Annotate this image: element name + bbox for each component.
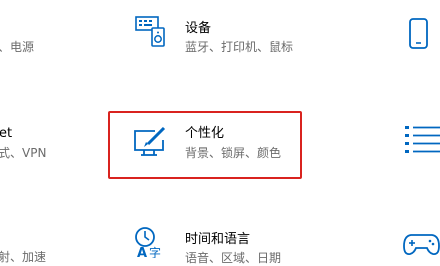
tile-devices-desc: 蓝牙、打印机、鼠标 bbox=[185, 40, 294, 54]
keyboard-speaker-icon bbox=[135, 14, 169, 48]
tile-devices-title: 设备 bbox=[185, 21, 212, 36]
phone-icon bbox=[408, 17, 430, 51]
tile-time-language-desc: 语音、区域、日期 bbox=[185, 251, 282, 265]
gamepad-icon bbox=[403, 231, 440, 257]
tile-time-language-title: 时间和语言 bbox=[185, 232, 251, 247]
clock-language-icon: A 字 bbox=[133, 225, 167, 258]
tile-network-title: et bbox=[0, 126, 13, 141]
tile-personalization-desc: 背景、锁屏、颜色 bbox=[185, 146, 282, 160]
tile-network-desc: 式、VPN bbox=[0, 146, 47, 160]
tile-bottom-left-desc: 射、加速 bbox=[0, 250, 47, 264]
list-icon bbox=[404, 124, 440, 156]
svg-text:A: A bbox=[137, 246, 147, 258]
svg-text:字: 字 bbox=[149, 245, 161, 258]
tile-system-desc: 、电源 bbox=[0, 40, 35, 54]
paint-tablet-icon bbox=[133, 126, 169, 158]
tile-personalization-title: 个性化 bbox=[185, 126, 225, 141]
